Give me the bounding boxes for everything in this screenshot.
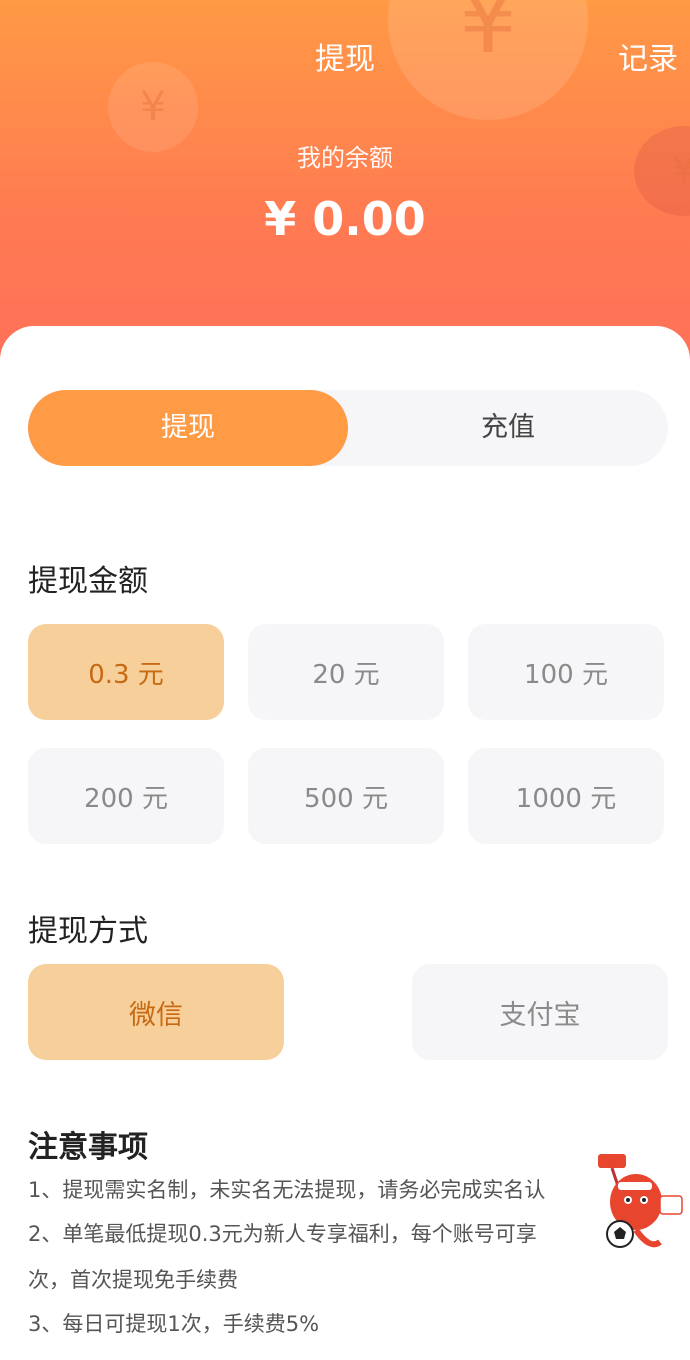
amount-option-500[interactable]: 500 元 <box>248 748 444 844</box>
tab-recharge[interactable]: 充值 <box>348 390 668 466</box>
page-title: 提现 <box>315 42 375 77</box>
note-line: 2、单笔最低提现0.3元为新人专享福利，每个账号可享 <box>28 1222 537 1246</box>
note-line: 1、提现需实名制，未实名无法提现，请务必完成实名认 <box>28 1178 546 1202</box>
amount-option-100[interactable]: 100 元 <box>468 624 664 720</box>
record-link[interactable]: 记录 <box>618 34 678 78</box>
tab-bar: 提现 充值 <box>28 390 668 466</box>
main-card: 提现 充值 提现金额 0.3 元 20 元 100 元 200 元 500 元 … <box>0 326 690 1360</box>
notes-title: 注意事项 <box>28 1130 148 1165</box>
amount-option-20[interactable]: 20 元 <box>248 624 444 720</box>
method-section-title: 提现方式 <box>28 914 148 949</box>
amount-section-title: 提现金额 <box>28 564 148 599</box>
amount-option-1000[interactable]: 1000 元 <box>468 748 664 844</box>
note-line: 3、每日可提现1次，手续费5% <box>28 1312 320 1336</box>
note-line: 次，首次提现免手续费 <box>28 1268 238 1292</box>
mascot-icon[interactable] <box>590 1150 686 1260</box>
method-wechat-button[interactable]: 微信 <box>28 964 284 1060</box>
balance-value: ¥ 0.00 <box>264 192 426 246</box>
amount-option-200[interactable]: 200 元 <box>28 748 224 844</box>
method-alipay-button[interactable]: 支付宝 <box>412 964 668 1060</box>
balance-label: 我的余额 <box>297 144 393 172</box>
tab-withdraw[interactable]: 提现 <box>28 390 348 466</box>
amount-option-0.3[interactable]: 0.3 元 <box>28 624 224 720</box>
